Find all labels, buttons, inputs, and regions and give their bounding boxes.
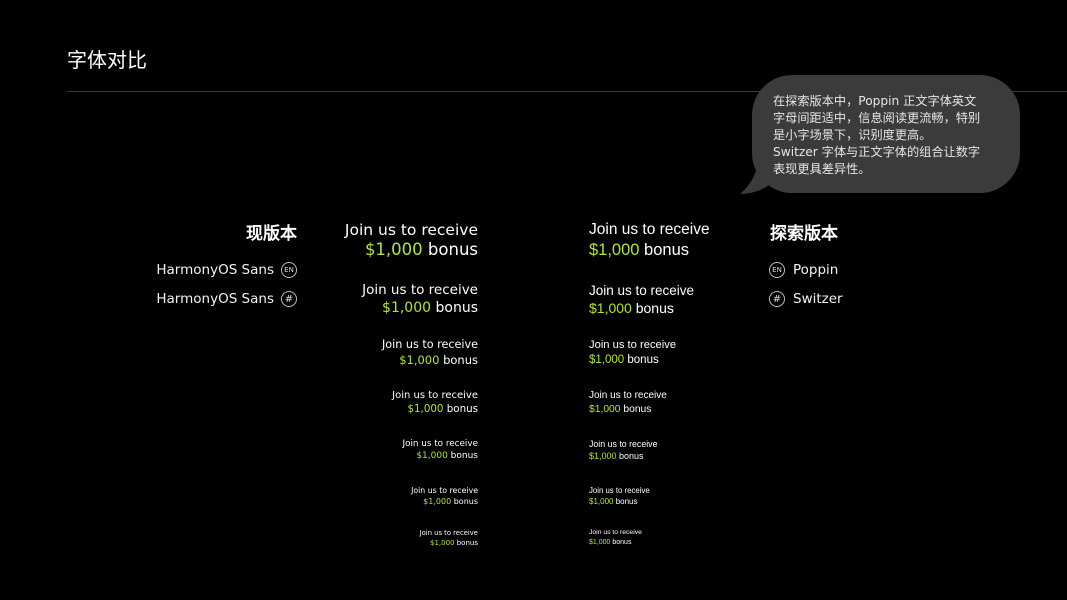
bonus-amount: $1,000 [589, 451, 617, 461]
font-name: Switzer [793, 291, 843, 307]
font-name: HarmonyOS Sans [156, 291, 274, 307]
sample-bonus-line: $1,000 bonus [382, 353, 478, 368]
bonus-suffix: bonus [616, 451, 644, 461]
bonus-amount: $1,000 [589, 403, 621, 415]
bonus-suffix: bonus [620, 403, 652, 415]
bonus-amount: $1,000 [423, 497, 452, 506]
sample-headline: Join us to receive [381, 338, 478, 351]
sample-headline: Join us to receive [589, 529, 642, 536]
bonus-amount: $1,000 [416, 451, 448, 461]
en-circle-icon: EN [281, 262, 297, 278]
explore-sample-7: Join us to receive $1,000 bonus [589, 528, 642, 548]
current-sample-2: Join us to receive $1,000 bonus [362, 282, 478, 317]
sample-headline: Join us to receive [589, 221, 710, 238]
sample-headline: Join us to receive [419, 529, 478, 537]
bonus-suffix: bonus [422, 240, 478, 259]
sample-bonus-line: $1,000 bonus [589, 353, 676, 368]
explore-version-title: 探索版本 [770, 224, 838, 244]
sample-bonus-line: $1,000 bonus [362, 300, 478, 318]
current-sample-3: Join us to receive $1,000 bonus [382, 338, 478, 367]
sample-headline: Join us to receive [589, 390, 667, 401]
explore-sample-2: Join us to receive $1,000 bonus [589, 282, 694, 317]
bonus-suffix: bonus [439, 352, 478, 367]
bonus-amount: $1,000 [364, 240, 423, 259]
current-sample-1: Join us to receive $1,000 bonus [345, 220, 478, 260]
sample-headline: Join us to receive [344, 221, 478, 239]
speech-bubble: 在探索版本中，Poppin 正文字体英文 字母间距适中，信息阅读更流畅，特别 是… [752, 75, 1020, 193]
current-version-title: 现版本 [246, 224, 297, 244]
speech-bubble-text: 在探索版本中，Poppin 正文字体英文 字母间距适中，信息阅读更流畅，特别 是… [773, 94, 981, 176]
bonus-suffix: bonus [610, 539, 632, 546]
explore-font-number: # Switzer [769, 289, 843, 309]
sample-bonus-line: $1,000 bonus [411, 496, 478, 507]
sample-bonus-line: $1,000 bonus [402, 450, 478, 462]
explore-sample-5: Join us to receive $1,000 bonus [589, 438, 657, 462]
bonus-amount: $1,000 [589, 353, 625, 366]
current-font-en: HarmonyOS Sans EN [156, 260, 297, 280]
explore-sample-3: Join us to receive $1,000 bonus [589, 338, 676, 367]
sample-bonus-line: $1,000 bonus [589, 240, 710, 260]
current-font-number: HarmonyOS Sans # [156, 289, 297, 309]
current-sample-5: Join us to receive $1,000 bonus [402, 438, 478, 462]
bonus-amount: $1,000 [589, 497, 614, 506]
sample-headline: Join us to receive [362, 282, 478, 298]
bonus-suffix: bonus [613, 497, 638, 506]
font-name: HarmonyOS Sans [156, 262, 274, 278]
bonus-suffix: bonus [443, 402, 478, 415]
sample-headline: Join us to receive [402, 439, 478, 449]
en-circle-icon: EN [769, 262, 785, 278]
sample-headline: Join us to receive [411, 486, 478, 495]
explore-sample-6: Join us to receive $1,000 bonus [589, 485, 650, 507]
bonus-amount: $1,000 [589, 241, 640, 259]
hash-circle-icon: # [769, 291, 785, 307]
sample-headline: Join us to receive [589, 486, 650, 495]
page-title: 字体对比 [67, 48, 147, 72]
sample-bonus-line: $1,000 bonus [589, 450, 657, 462]
current-sample-7: Join us to receive $1,000 bonus [420, 528, 478, 548]
bonus-amount: $1,000 [589, 299, 632, 316]
current-sample-4: Join us to receive $1,000 bonus [392, 389, 478, 416]
sample-headline: Join us to receive [589, 283, 695, 298]
sample-headline: Join us to receive [589, 439, 658, 449]
bonus-amount: $1,000 [382, 299, 432, 316]
hash-circle-icon: # [281, 291, 297, 307]
current-sample-6: Join us to receive $1,000 bonus [411, 485, 478, 507]
bonus-suffix: bonus [451, 497, 478, 506]
bonus-amount: $1,000 [589, 539, 611, 546]
bonus-suffix: bonus [631, 299, 674, 316]
bonus-suffix: bonus [447, 451, 478, 461]
bonus-suffix: bonus [624, 353, 659, 366]
sample-bonus-line: $1,000 bonus [589, 496, 650, 507]
sample-bonus-line: $1,000 bonus [589, 403, 667, 417]
sample-bonus-line: $1,000 bonus [420, 538, 478, 548]
bonus-suffix: bonus [454, 539, 478, 547]
sample-bonus-line: $1,000 bonus [589, 300, 694, 318]
bonus-amount: $1,000 [430, 539, 455, 547]
bonus-suffix: bonus [431, 299, 478, 316]
sample-bonus-line: $1,000 bonus [345, 240, 478, 260]
explore-sample-1: Join us to receive $1,000 bonus [589, 220, 710, 260]
sample-headline: Join us to receive [589, 339, 677, 351]
font-name: Poppin [793, 262, 839, 278]
bonus-amount: $1,000 [399, 352, 440, 367]
sample-headline: Join us to receive [392, 390, 478, 401]
explore-sample-4: Join us to receive $1,000 bonus [589, 389, 667, 416]
bonus-suffix: bonus [639, 241, 690, 259]
bonus-amount: $1,000 [407, 402, 444, 415]
sample-bonus-line: $1,000 bonus [589, 538, 642, 548]
sample-bonus-line: $1,000 bonus [392, 403, 478, 417]
explore-font-en: EN Poppin [769, 260, 838, 280]
